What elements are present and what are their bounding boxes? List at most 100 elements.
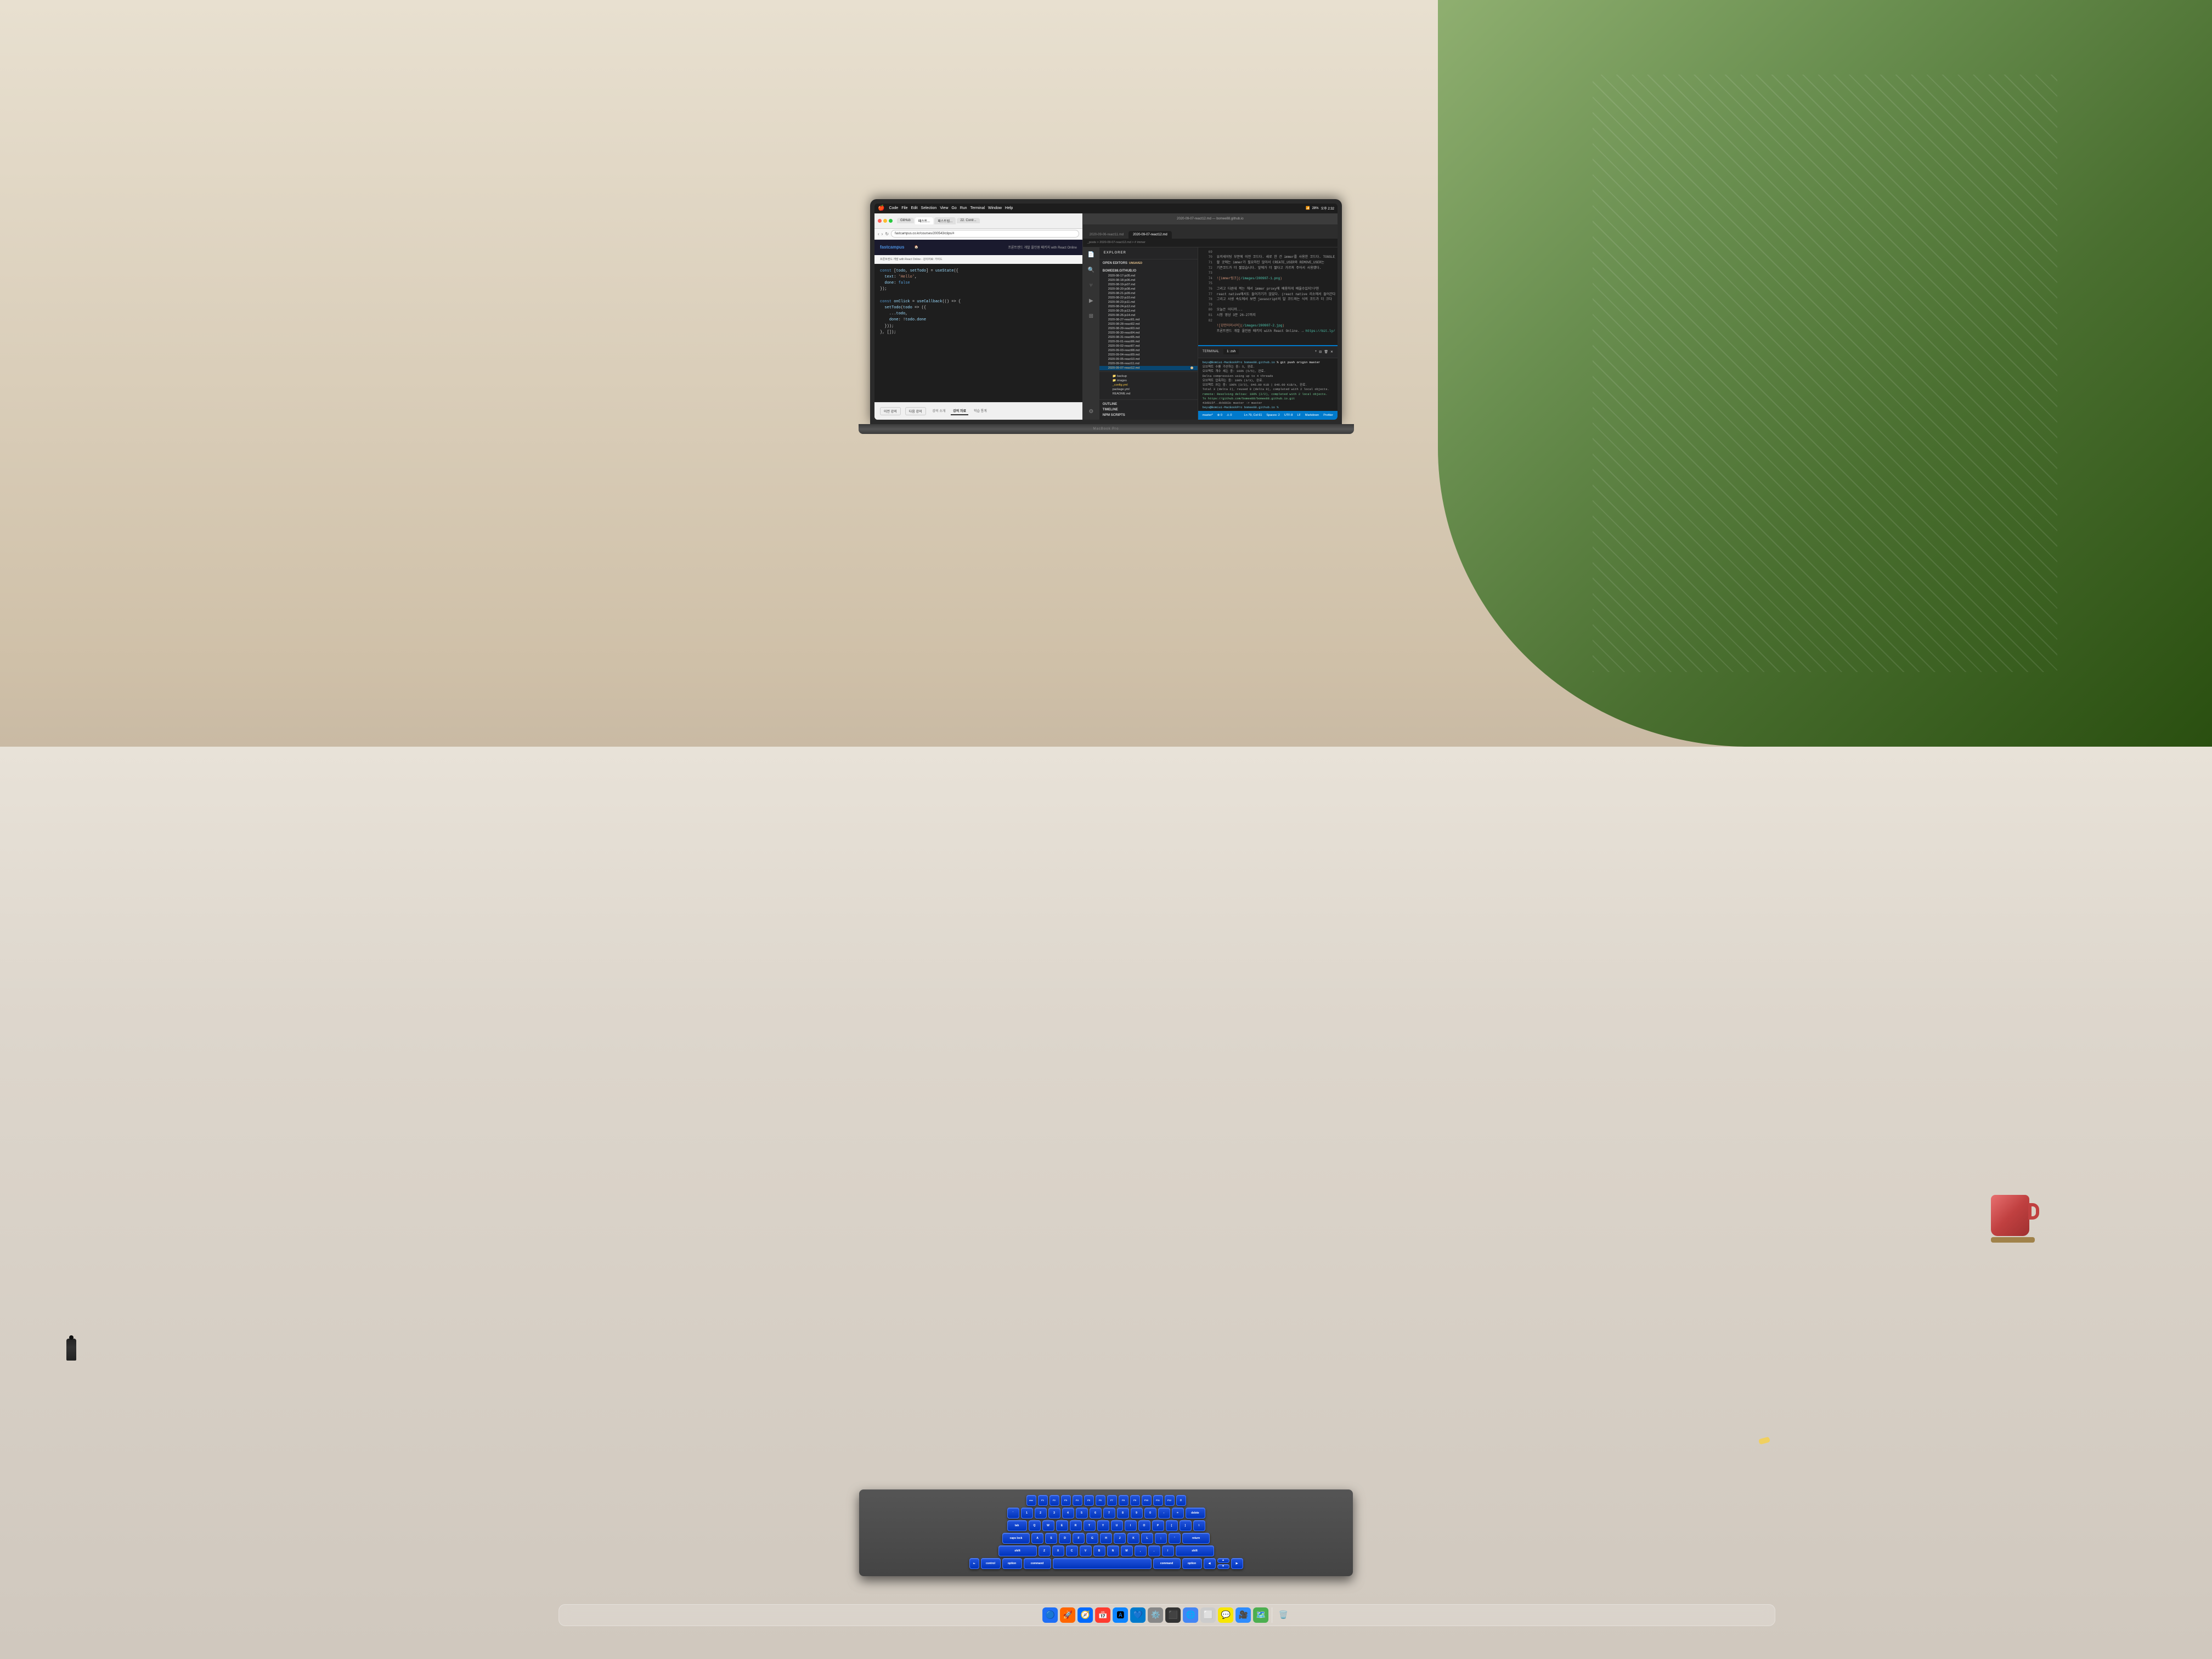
forward-button[interactable]: › <box>882 232 883 236</box>
file-react12-active[interactable]: 2020-09-07-react12.md <box>1099 366 1198 370</box>
key-i[interactable]: I <box>1125 1520 1137 1531</box>
dock-vscode[interactable]: 💙 <box>1130 1607 1146 1623</box>
key-f12[interactable]: F12 <box>1165 1495 1175 1506</box>
file-config[interactable]: _config.yml <box>1104 383 1193 387</box>
error-count[interactable]: ⊗ 0 <box>1217 414 1222 417</box>
key-z[interactable]: Z <box>1039 1545 1051 1556</box>
file-react07[interactable]: 2020-09-02-react07.md <box>1099 344 1198 348</box>
dock-maps[interactable]: 🗺️ <box>1253 1607 1268 1623</box>
extensions-icon[interactable]: ⊞ <box>1086 311 1097 322</box>
menu-window[interactable]: Window <box>988 206 1002 210</box>
key-k[interactable]: K <box>1127 1533 1139 1544</box>
key-2[interactable]: 2 <box>1035 1508 1047 1519</box>
key-f3[interactable]: F3 <box>1061 1495 1071 1506</box>
key-arrow-left[interactable]: ◀ <box>1204 1558 1216 1569</box>
vscode-tab-react11[interactable]: 2020-09-06-react11.md <box>1085 231 1128 239</box>
key-rbracket[interactable]: ] <box>1180 1520 1192 1531</box>
key-backslash[interactable]: \ <box>1193 1520 1205 1531</box>
key-tab[interactable]: tab <box>1007 1520 1027 1531</box>
key-option-right[interactable]: option <box>1182 1558 1202 1569</box>
search-activity-icon[interactable]: 🔍 <box>1086 265 1097 276</box>
line-endings[interactable]: LF <box>1297 414 1300 417</box>
file-js06[interactable]: 2020-08-18-js06.md <box>1099 278 1198 283</box>
file-react03[interactable]: 2020-08-29-react03.md <box>1099 326 1198 331</box>
address-bar[interactable]: fastcampus.co.kr/courses/200543/clips/# <box>891 230 1079 238</box>
terminal-tab[interactable]: 1: zsh <box>1223 349 1239 354</box>
key-esc[interactable]: esc <box>1026 1495 1036 1506</box>
terminal-split-icon[interactable]: ⊟ <box>1319 350 1322 354</box>
encoding[interactable]: UTF-8 <box>1284 414 1293 417</box>
file-js10[interactable]: 2020-08-22-js10.md <box>1099 296 1198 300</box>
key-f11[interactable]: F11 <box>1153 1495 1163 1506</box>
key-9[interactable]: 9 <box>1131 1508 1143 1519</box>
dock-calendar[interactable]: 📅 <box>1095 1607 1110 1623</box>
key-l[interactable]: L <box>1141 1533 1153 1544</box>
cursor-position[interactable]: Ln 79, Col 61 <box>1244 414 1262 417</box>
tab-github[interactable]: GitHub <box>897 218 914 223</box>
menu-code[interactable]: Code <box>889 206 898 210</box>
maximize-button[interactable] <box>889 219 893 223</box>
npm-scripts-header[interactable]: NPM SCRIPTS <box>1099 413 1198 418</box>
menu-help[interactable]: Help <box>1005 206 1013 210</box>
key-tilde[interactable]: ` <box>1007 1508 1019 1519</box>
menu-view[interactable]: View <box>940 206 948 210</box>
key-y[interactable]: Y <box>1097 1520 1109 1531</box>
key-shift-right[interactable]: shift <box>1176 1545 1214 1556</box>
terminal-trash-icon[interactable]: 🗑 <box>1324 350 1328 354</box>
key-fn[interactable]: fn <box>969 1558 979 1569</box>
key-3[interactable]: 3 <box>1048 1508 1060 1519</box>
key-f4[interactable]: F4 <box>1073 1495 1082 1506</box>
key-p[interactable]: P <box>1152 1520 1164 1531</box>
key-b[interactable]: B <box>1093 1545 1105 1556</box>
tab-lesson-intro[interactable]: 강의 소개 <box>930 407 948 415</box>
files-section-header[interactable]: BOMEE88.GITHUB.IO <box>1099 268 1198 274</box>
key-command-left[interactable]: command <box>1024 1558 1051 1569</box>
key-arrow-up[interactable]: ▲ <box>1217 1558 1229 1563</box>
key-semicolon[interactable]: ; <box>1155 1533 1167 1544</box>
key-quote[interactable]: ' <box>1169 1533 1181 1544</box>
menu-selection[interactable]: Selection <box>921 206 937 210</box>
key-arrow-down[interactable]: ▼ <box>1217 1564 1229 1569</box>
key-delete[interactable]: delete <box>1186 1508 1205 1519</box>
key-f2[interactable]: F2 <box>1049 1495 1059 1506</box>
outline-header[interactable]: OUTLINE <box>1099 402 1198 407</box>
key-t[interactable]: T <box>1084 1520 1096 1531</box>
language-mode[interactable]: Markdown <box>1305 414 1319 417</box>
key-comma[interactable]: , <box>1135 1545 1147 1556</box>
key-f8[interactable]: F8 <box>1119 1495 1128 1506</box>
file-js05[interactable]: 2020-08-17-js05.md <box>1099 274 1198 278</box>
key-0[interactable]: 0 <box>1144 1508 1156 1519</box>
menu-run[interactable]: Run <box>960 206 967 210</box>
site-nav-item[interactable]: 🏠 <box>914 245 918 249</box>
key-o[interactable]: O <box>1138 1520 1150 1531</box>
key-r[interactable]: R <box>1070 1520 1082 1531</box>
vscode-tab-react12[interactable]: 2020-09-07-react12.md <box>1128 231 1172 239</box>
dock-settings[interactable]: ⚙️ <box>1148 1607 1163 1623</box>
key-slash[interactable]: / <box>1162 1545 1174 1556</box>
file-react01[interactable]: 2020-08-27-react01.md <box>1099 318 1198 322</box>
file-react06[interactable]: 2020-09-01-react06.md <box>1099 340 1198 344</box>
folder-images[interactable]: 📁 images <box>1104 379 1193 383</box>
key-c[interactable]: C <box>1066 1545 1078 1556</box>
editor-lines[interactable]: 유저세이팅 부분에 이전 코드다. 새로 한 건 immer를 사용한 코드다.… <box>1215 250 1338 343</box>
key-f10[interactable]: F10 <box>1142 1495 1152 1506</box>
debug-icon[interactable]: ▶ <box>1086 296 1097 307</box>
key-power[interactable]: ⏻ <box>1176 1495 1186 1506</box>
key-8[interactable]: 8 <box>1117 1508 1129 1519</box>
key-return[interactable]: return <box>1182 1533 1210 1544</box>
menu-terminal[interactable]: Terminal <box>970 206 985 210</box>
key-a[interactable]: A <box>1031 1533 1043 1544</box>
menu-go[interactable]: Go <box>951 206 956 210</box>
key-period[interactable]: . <box>1148 1545 1160 1556</box>
tab-fastcampus1[interactable]: 패스트... <box>915 217 934 224</box>
file-js12[interactable]: 2020-08-24-js12.md <box>1099 304 1198 309</box>
file-react08[interactable]: 2020-09-03-react08.md <box>1099 348 1198 353</box>
key-shift-left[interactable]: shift <box>998 1545 1037 1556</box>
key-x[interactable]: X <box>1052 1545 1064 1556</box>
dock-zoom[interactable]: 🎥 <box>1235 1607 1251 1623</box>
key-1[interactable]: 1 <box>1021 1508 1033 1519</box>
file-react10[interactable]: 2020-09-05-react10.md <box>1099 357 1198 362</box>
key-m[interactable]: M <box>1121 1545 1133 1556</box>
terminal-content[interactable]: beyu@Bomiui-MacBookPro bomee88.github.io… <box>1198 358 1338 411</box>
dock-unity[interactable]: ⬜ <box>1200 1607 1216 1623</box>
